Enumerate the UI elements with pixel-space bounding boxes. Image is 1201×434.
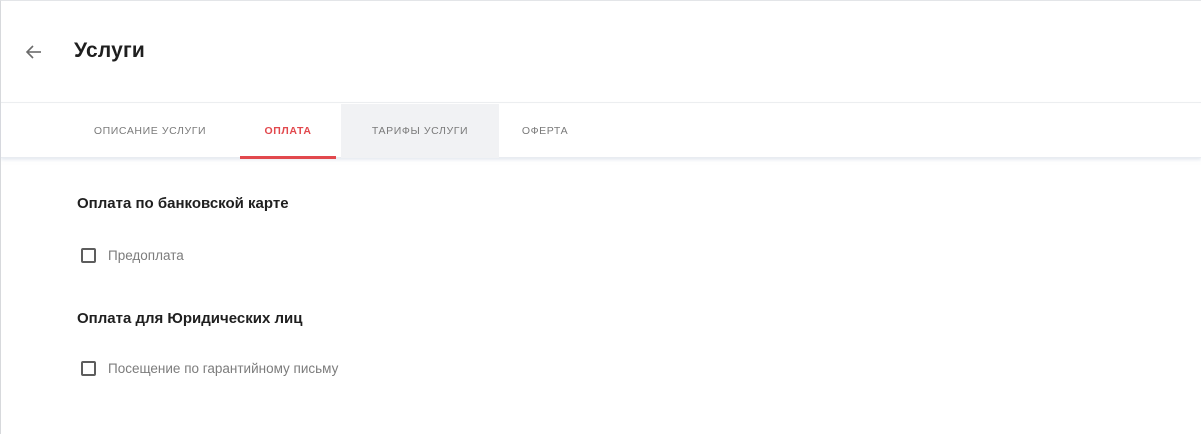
- tab-bar: ОПИСАНИЕ УСЛУГИ ОПЛАТА ТАРИФЫ УСЛУГИ ОФЕ…: [1, 104, 1201, 159]
- page-frame: Услуги ОПИСАНИЕ УСЛУГИ ОПЛАТА ТАРИФЫ УСЛ…: [0, 0, 1201, 434]
- guarantee-letter-checkbox[interactable]: [81, 360, 96, 376]
- prepayment-label: Предоплата: [108, 247, 184, 263]
- tab-service-description[interactable]: ОПИСАНИЕ УСЛУГИ: [64, 104, 236, 158]
- section-title-legal-entities: Оплата для Юридических лиц: [77, 310, 303, 327]
- arrow-left-icon: [23, 41, 45, 63]
- tab-payment[interactable]: ОПЛАТА: [240, 104, 336, 159]
- guarantee-letter-label: Посещение по гарантийному письму: [108, 360, 339, 376]
- prepayment-option[interactable]: Предоплата: [81, 245, 184, 265]
- page-title: Услуги: [74, 39, 146, 62]
- tab-service-tariffs[interactable]: ТАРИФЫ УСЛУГИ: [341, 104, 499, 158]
- section-title-bank-card: Оплата по банковской карте: [77, 195, 289, 212]
- tab-offer[interactable]: ОФЕРТА: [504, 104, 586, 158]
- back-button[interactable]: [23, 41, 45, 63]
- page-header: Услуги: [1, 1, 1201, 103]
- guarantee-letter-option[interactable]: Посещение по гарантийному письму: [81, 358, 338, 378]
- prepayment-checkbox[interactable]: [81, 247, 96, 263]
